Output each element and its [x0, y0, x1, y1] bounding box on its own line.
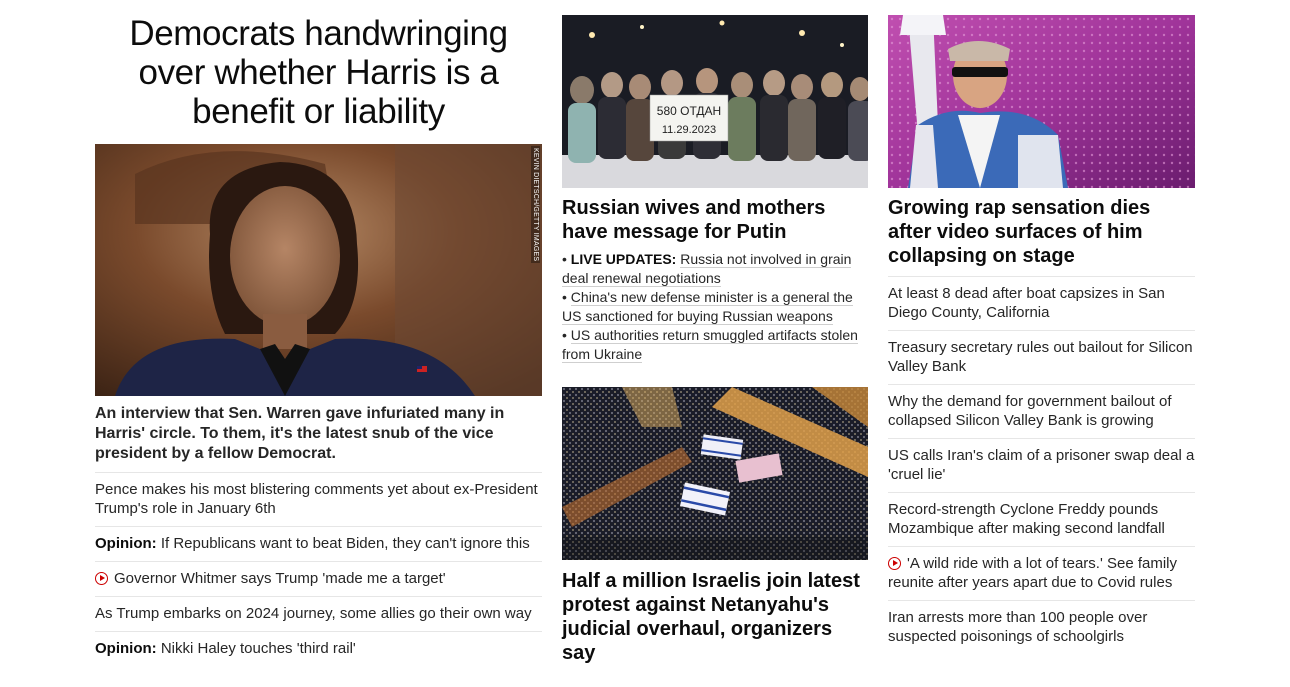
list-item[interactable]: Governor Whitmer says Trump 'made me a t… [95, 562, 542, 597]
list-item[interactable]: As Trump embarks on 2024 journey, some a… [95, 597, 542, 632]
related-link[interactable]: Pence makes his most blistering comments… [95, 481, 538, 517]
list-item[interactable]: • US authorities return smuggled artifac… [562, 326, 868, 364]
list-item[interactable]: Record-strength Cyclone Freddy pounds Mo… [888, 493, 1195, 547]
list-item[interactable]: Opinion: If Republicans want to beat Bid… [95, 527, 542, 562]
related-link[interactable]: Treasury secretary rules out bailout for… [888, 339, 1193, 375]
list-item[interactable]: Treasury secretary rules out bailout for… [888, 331, 1195, 385]
related-link[interactable]: 'A wild ride with a lot of tears.' See f… [888, 555, 1177, 591]
right-column: Growing rap sensation dies after video s… [888, 0, 1195, 654]
lead-story-column: Democrats handwringing over whether Harr… [95, 0, 542, 666]
israel-headline-link[interactable]: Half a million Israelis join latest prot… [562, 570, 860, 664]
lead-description[interactable]: An interview that Sen. Warren gave infur… [95, 404, 542, 473]
list-item[interactable]: • LIVE UPDATES: Russia not involved in g… [562, 250, 868, 288]
related-link[interactable]: US calls Iran's claim of a prisoner swap… [888, 447, 1194, 483]
lead-headline-link[interactable]: Democrats handwringing over whether Harr… [129, 14, 508, 131]
israel-image[interactable] [562, 387, 868, 560]
list-item[interactable]: At least 8 dead after boat capsizes in S… [888, 277, 1195, 331]
list-item[interactable]: Why the demand for government bailout of… [888, 385, 1195, 439]
related-link[interactable]: Why the demand for government bailout of… [888, 393, 1172, 429]
rapper-onstage-photo [888, 15, 1195, 188]
russia-headline[interactable]: Russian wives and mothers have message f… [562, 196, 868, 244]
bullet-link[interactable]: China's new defense minister is a genera… [562, 289, 853, 325]
list-item[interactable]: US calls Iran's claim of a prisoner swap… [888, 439, 1195, 493]
list-item[interactable]: Pence makes his most blistering comments… [95, 473, 542, 527]
list-item[interactable]: Opinion: Nikki Haley touches 'third rail… [95, 632, 542, 666]
rap-headline-link[interactable]: Growing rap sensation dies after video s… [888, 197, 1150, 267]
lead-related-list: Pence makes his most blistering comments… [95, 473, 542, 666]
lead-image[interactable]: KEVIN DIETSCH/GETTY IMAGES [95, 144, 542, 396]
related-link[interactable]: If Republicans want to beat Biden, they … [161, 535, 530, 552]
lead-description-link[interactable]: An interview that Sen. Warren gave infur… [95, 405, 504, 462]
israel-protest-photo [562, 387, 868, 560]
rap-image[interactable] [888, 15, 1195, 188]
related-link[interactable]: Nikki Haley touches 'third rail' [161, 640, 356, 657]
russia-image[interactable]: 580 ОТДАН 11.29.2023 [562, 15, 868, 188]
russia-headline-link[interactable]: Russian wives and mothers have message f… [562, 197, 825, 243]
related-link[interactable]: Governor Whitmer says Trump 'made me a t… [114, 570, 446, 587]
related-link[interactable]: Iran arrests more than 100 people over s… [888, 609, 1147, 645]
play-video-icon [888, 557, 901, 570]
related-link[interactable]: At least 8 dead after boat capsizes in S… [888, 285, 1165, 321]
list-item[interactable]: 'A wild ride with a lot of tears.' See f… [888, 547, 1195, 601]
israel-headline[interactable]: Half a million Israelis join latest prot… [562, 569, 868, 665]
russian-wives-photo: 580 ОТДАН 11.29.2023 [562, 15, 868, 188]
list-item[interactable]: • China's new defense minister is a gene… [562, 288, 868, 326]
middle-column: 580 ОТДАН 11.29.2023 Russian wives and m… [562, 0, 868, 665]
bullet-link[interactable]: US authorities return smuggled artifacts… [562, 327, 858, 363]
rap-related-list: At least 8 dead after boat capsizes in S… [888, 276, 1195, 654]
opinion-label: Opinion: [95, 640, 157, 657]
rap-headline[interactable]: Growing rap sensation dies after video s… [888, 196, 1195, 268]
sign-text-1: 580 ОТДАН [657, 104, 721, 118]
related-link[interactable]: Record-strength Cyclone Freddy pounds Mo… [888, 501, 1165, 537]
sign-text-2: 11.29.2023 [662, 124, 716, 136]
opinion-label: Opinion: [95, 535, 157, 552]
lead-headline[interactable]: Democrats handwringing over whether Harr… [95, 14, 542, 131]
photo-credit: KEVIN DIETSCH/GETTY IMAGES [531, 146, 540, 264]
related-link[interactable]: As Trump embarks on 2024 journey, some a… [95, 605, 532, 622]
list-item[interactable]: Iran arrests more than 100 people over s… [888, 601, 1195, 654]
kamala-harris-photo [95, 144, 542, 396]
live-updates-label: LIVE UPDATES: [570, 251, 677, 267]
play-video-icon [95, 572, 108, 585]
russia-bullets: • LIVE UPDATES: Russia not involved in g… [562, 250, 868, 364]
